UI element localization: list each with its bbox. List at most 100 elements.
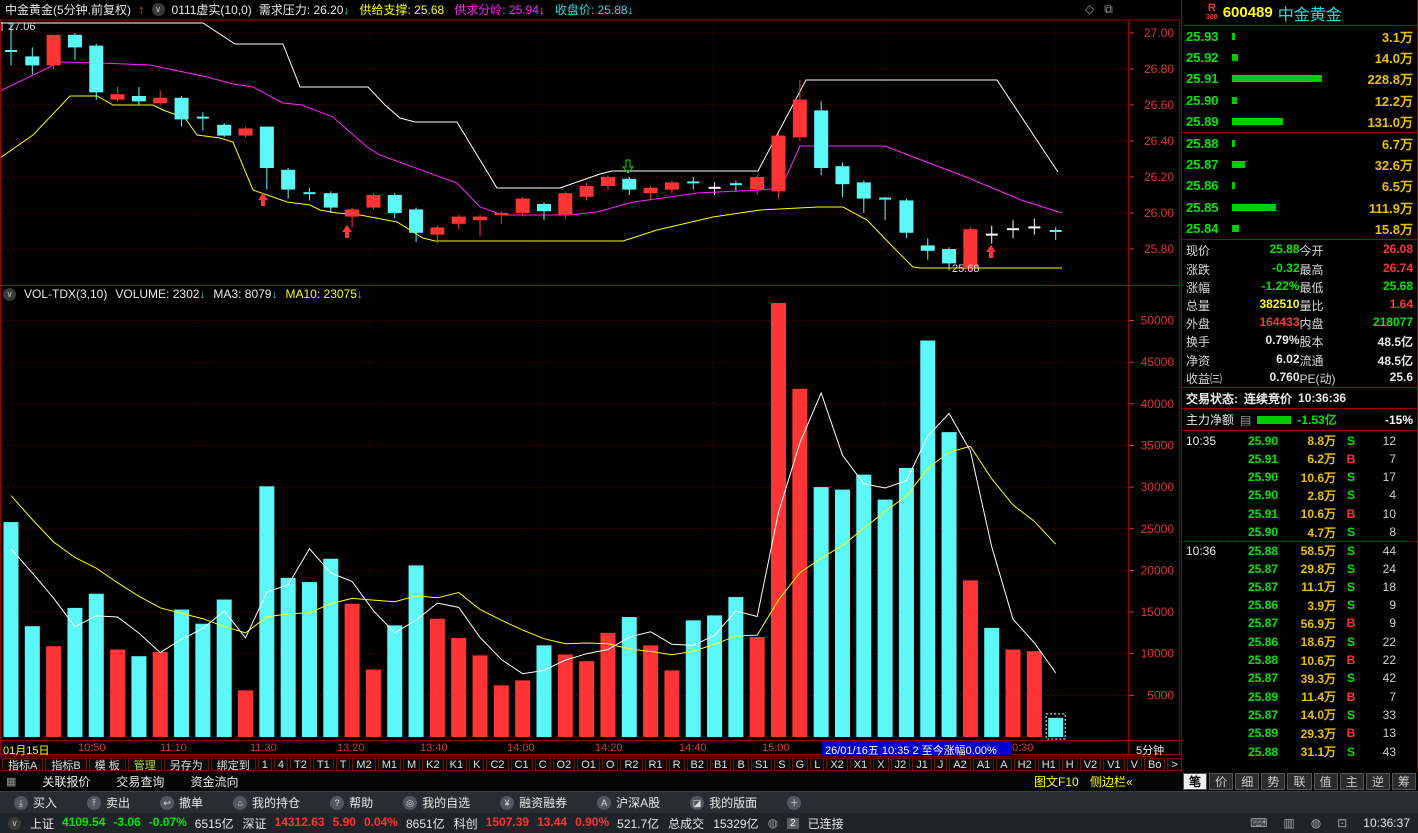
tick-row[interactable]: 25.88 10.6万 B 22 [1182,651,1417,669]
panel-icon[interactable]: ▥ [1283,816,1294,830]
quick-tab-A[interactable]: A [996,758,1012,771]
panel-tab-联[interactable]: 联 [1287,773,1312,790]
quick-tab-R1[interactable]: R1 [644,758,667,771]
tick-list[interactable]: 10:35 25.90 8.8万 S 12 25.91 6.2万 B 7 25.90 10.6万 S 1… [1182,431,1417,760]
quick-tab-X[interactable]: X [873,758,889,771]
quick-tab-R[interactable]: R [668,758,685,771]
f10-link[interactable]: 图文F10 [1034,773,1079,790]
quick-tab-L[interactable]: L [810,758,825,771]
tick-row[interactable]: 25.89 11.4万 B 7 [1182,688,1417,706]
tick-row[interactable]: 25.90 10.6万 S 17 [1182,468,1417,486]
quick-tab-O[interactable]: O [601,758,619,771]
panel-tab-逆[interactable]: 逆 [1365,773,1390,790]
tick-row[interactable]: 25.91 10.6万 B 10 [1182,505,1417,523]
quick-tab-1[interactable]: 1 [257,758,272,771]
indicator-tab-3[interactable]: 管理 [127,758,162,772]
panel-tab-价[interactable]: 价 [1209,773,1234,790]
quick-tab-H1[interactable]: H1 [1037,758,1060,771]
quick-tab-S1[interactable]: S1 [750,758,773,771]
status-expand-icon[interactable]: ∨ [8,816,21,830]
quick-tab-A1[interactable]: A1 [972,758,995,771]
indicator-tab-5[interactable]: 绑定到 [210,758,256,772]
quick-tab-X2[interactable]: X2 [826,758,848,771]
quick-tab-S[interactable]: S [774,758,790,771]
tick-row[interactable]: 25.87 56.9万 B 9 [1182,614,1417,632]
ask-row[interactable]: 25.90 12.2万 [1182,90,1417,111]
quick-tab-T1[interactable]: T1 [312,758,334,771]
quick-tab-K[interactable]: K [469,758,485,771]
kline-volume-chart[interactable]: 27.0026.8026.6026.4026.2026.0025.8050000… [0,19,1180,755]
quick-link-1[interactable]: 交易查询 [116,773,164,790]
quick-tab-4[interactable]: 4 [273,758,288,771]
quick-tab->[interactable]: > [1167,758,1182,771]
vol-collapse-icon[interactable]: ∨ [3,287,16,301]
quick-tab-J[interactable]: J [933,758,948,771]
indicator-collapse-icon[interactable]: ∨ [151,3,165,16]
quick-tab-T[interactable]: T [335,758,351,771]
toolbar-我的版面-button[interactable]: ◪ 我的版面 [690,794,757,811]
quick-tab-B1[interactable]: B1 [710,758,732,771]
quick-tab-J1[interactable]: J1 [912,758,932,771]
panel-tab-笔[interactable]: 笔 [1183,773,1208,790]
quick-tab-K1[interactable]: K1 [445,758,468,771]
index-0[interactable]: 上证 4109.54 -3.06 -0.07% 6515亿 [30,815,234,832]
quick-tab-J2[interactable]: J2 [890,758,911,771]
ask-row[interactable]: 25.91 228.8万 [1182,68,1417,89]
monitor-icon[interactable]: ⊡ [1337,816,1347,830]
toolbar-add-button[interactable]: ＋ [787,795,802,810]
list-icon[interactable]: ▤ [1240,413,1251,427]
restore-window-icon[interactable]: ⧉ [1104,2,1113,17]
panel-tab-值[interactable]: 值 [1313,773,1338,790]
index-2[interactable]: 科创 1507.39 13.44 0.90% 521.7亿 [454,815,660,832]
indicator-tab-4[interactable]: 另存为 [163,758,209,772]
quick-tab-C1[interactable]: C1 [510,758,533,771]
panel-tab-主[interactable]: 主 [1339,773,1364,790]
quick-link-0[interactable]: 关联报价 [42,773,90,790]
bid-row[interactable]: 25.86 6.5万 [1182,175,1417,196]
tick-row[interactable]: 25.87 11.1万 S 18 [1182,578,1417,596]
panel-tab-势[interactable]: 势 [1261,773,1286,790]
quick-tab-G[interactable]: G [791,758,809,771]
satellite-icon[interactable]: ◍ [1311,816,1321,830]
tick-row[interactable]: 25.87 39.3万 S 42 [1182,669,1417,687]
quick-tab-B[interactable]: B [733,758,749,771]
indicator-tab-2[interactable]: 模 板 [88,758,126,772]
quick-tab-O1[interactable]: O1 [577,758,600,771]
tick-row[interactable]: 25.86 3.9万 S 9 [1182,596,1417,614]
tick-row[interactable]: 25.88 31.1万 S 43 [1182,742,1417,760]
quick-tab-Bo[interactable]: Bo [1143,758,1166,771]
tick-row[interactable]: 25.87 14.0万 S 33 [1182,706,1417,724]
quick-tab-M1[interactable]: M1 [377,758,401,771]
ask-row[interactable]: 25.89 131.0万 [1182,111,1417,132]
quick-tab-M[interactable]: M [402,758,421,771]
quick-tab-C2[interactable]: C2 [486,758,509,771]
quick-tab-C[interactable]: C [534,758,551,771]
panel-tab-筹[interactable]: 筹 [1391,773,1416,790]
quick-tab-H2[interactable]: H2 [1013,758,1036,771]
tick-row[interactable]: 10:36 25.88 58.5万 S 44 [1182,541,1417,559]
quick-tab-V[interactable]: V [1126,758,1142,771]
indicator-tab-1[interactable]: 指标B [45,758,87,772]
quick-tab-A2[interactable]: A2 [949,758,971,771]
tick-row[interactable]: 10:35 25.90 8.8万 S 12 [1182,431,1417,449]
index-1[interactable]: 深证 14312.63 5.90 0.04% 8651亿 [243,815,445,832]
quick-tab-H[interactable]: H [1061,758,1078,771]
quick-link-2[interactable]: 资金流向 [190,773,238,790]
toolbar-融资融券-button[interactable]: ¥ 融资融券 [500,794,567,811]
quick-tab-V1[interactable]: V1 [1103,758,1125,771]
grid-icon[interactable]: ▦ [6,775,16,788]
ask-row[interactable]: 25.93 3.1万 [1182,26,1417,47]
bid-row[interactable]: 25.88 6.7万 [1182,133,1417,154]
tick-row[interactable]: 25.89 29.3万 B 13 [1182,724,1417,742]
toolbar-撤单-button[interactable]: ↩ 撤单 [160,794,203,811]
panel-tab-细[interactable]: 细 [1235,773,1260,790]
toolbar-帮助-button[interactable]: ? 帮助 [330,794,373,811]
diamond-icon[interactable]: ◇ [1085,2,1094,17]
sidebar-toggle[interactable]: 侧边栏« [1090,773,1133,790]
quick-tab-R2[interactable]: R2 [620,758,643,771]
tick-row[interactable]: 25.91 6.2万 B 7 [1182,450,1417,468]
toolbar-沪深A股-button[interactable]: A 沪深A股 [597,794,660,811]
tick-row[interactable]: 25.86 18.6万 S 22 [1182,633,1417,651]
tick-row[interactable]: 25.90 4.7万 S 8 [1182,523,1417,541]
tick-row[interactable]: 25.90 2.8万 S 4 [1182,486,1417,504]
